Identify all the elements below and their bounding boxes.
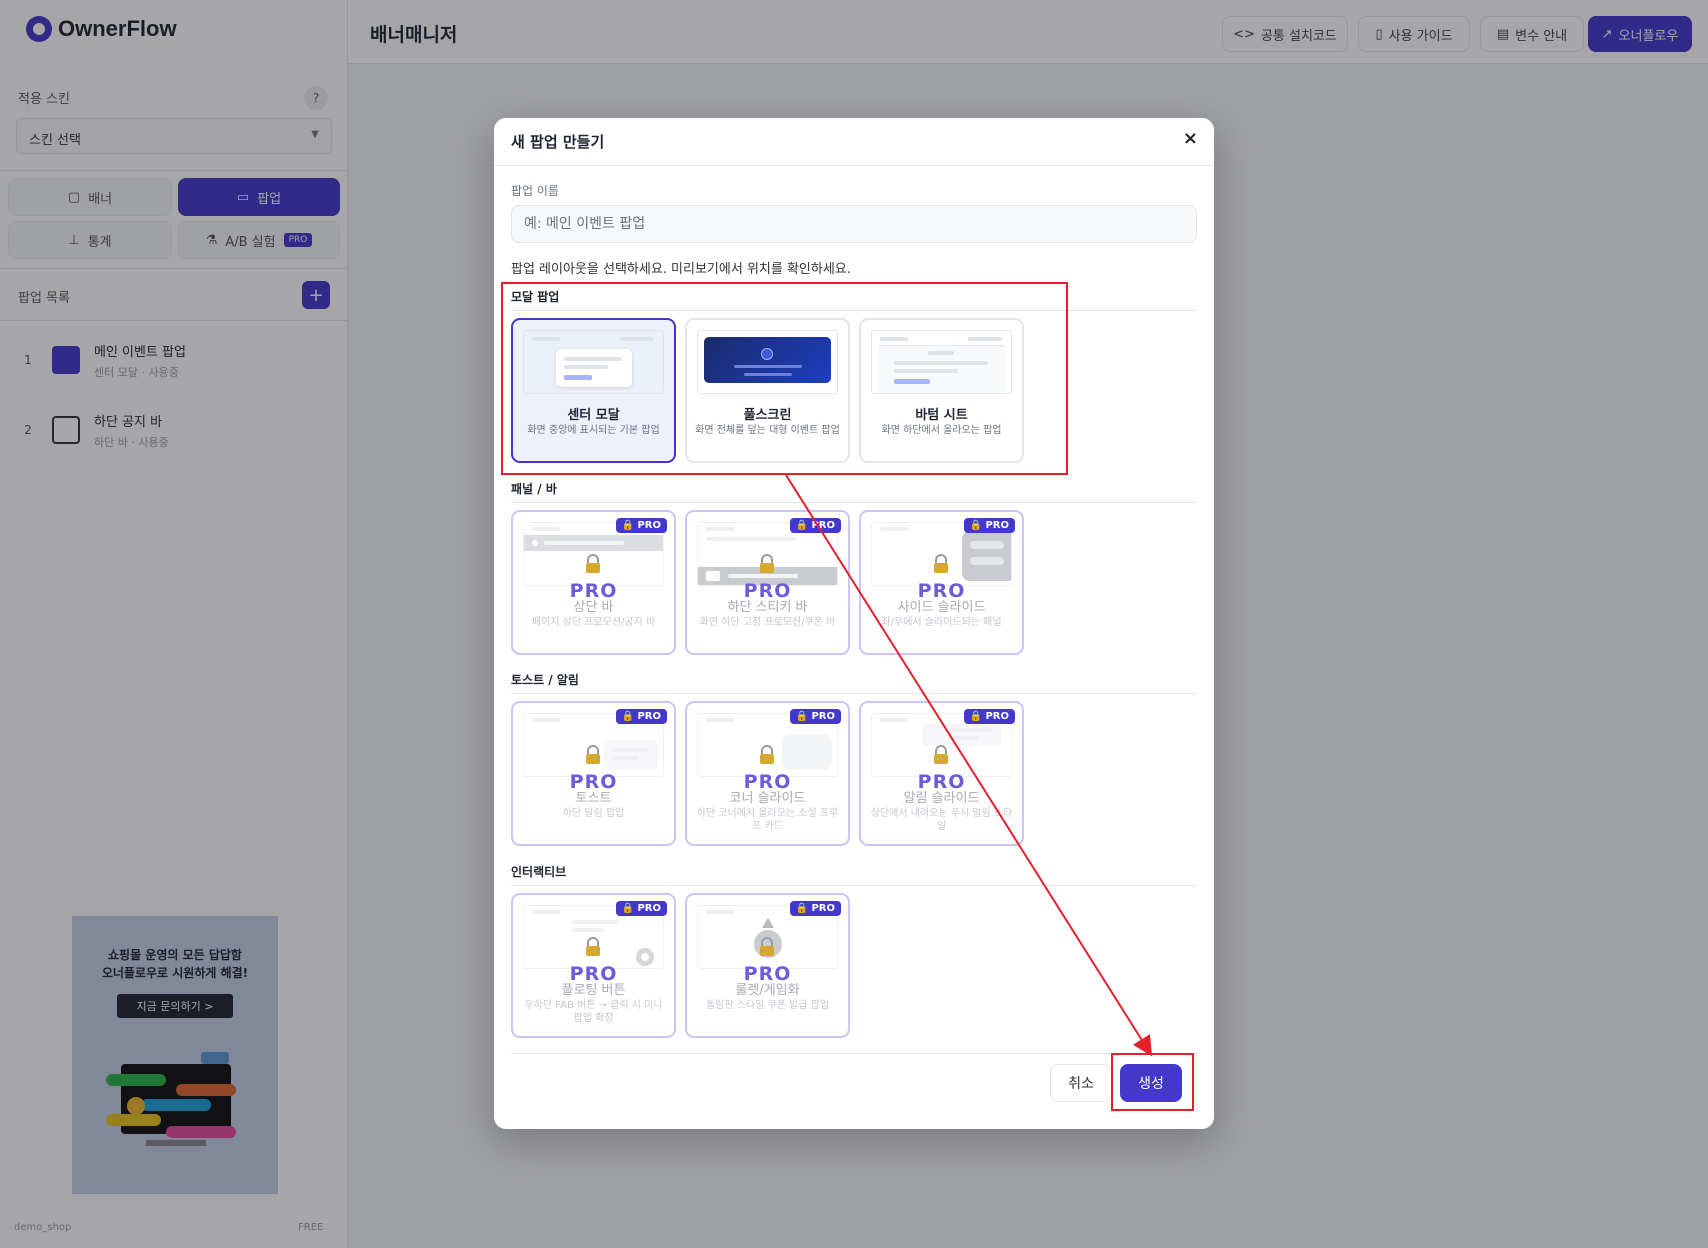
pro-badge-label: PRO bbox=[811, 520, 835, 531]
section-title-panel: 패널 / 바 bbox=[511, 482, 557, 496]
section-title-toast: 토스트 / 알림 bbox=[511, 673, 579, 687]
pro-badge: 🔒 PRO bbox=[963, 709, 1015, 724]
pro-badge: 🔒 PRO bbox=[789, 709, 841, 724]
card-desc: 돌림판 스타일 쿠폰 발급 팝업 bbox=[705, 1000, 830, 1011]
section-divider bbox=[511, 502, 1197, 503]
highlight-box-modal-section bbox=[501, 282, 1068, 475]
lock-icon bbox=[586, 937, 600, 956]
pro-overlay-label: PRO bbox=[569, 963, 618, 985]
section-divider bbox=[511, 693, 1197, 694]
pro-overlay-label: PRO bbox=[743, 580, 792, 602]
pro-badge-label: PRO bbox=[985, 520, 1009, 531]
layout-card-floating-button[interactable]: 플로팅 버튼 우하단 FAB 버튼 → 클릭 시 미니 팝업 확장 PRO 🔒 … bbox=[511, 893, 676, 1038]
layout-card-top-bar[interactable]: 상단 바 페이지 상단 프로모션/공지 바 PRO 🔒 PRO bbox=[511, 510, 676, 655]
layout-card-roulette[interactable]: 룰렛/게임화 돌림판 스타일 쿠폰 발급 팝업 PRO 🔒 PRO bbox=[685, 893, 850, 1038]
layout-card-side-slide[interactable]: 사이드 슬라이드 좌/우에서 슬라이드되는 패널 PRO 🔒 PRO bbox=[859, 510, 1024, 655]
pro-badge: 🔒 PRO bbox=[789, 901, 841, 916]
layout-card-toast[interactable]: 토스트 하단 알림 팝업 PRO 🔒 PRO bbox=[511, 701, 676, 846]
pro-badge: 🔒 PRO bbox=[615, 901, 667, 916]
section-title-interactive: 인터랙티브 bbox=[511, 865, 567, 879]
card-desc: 하단 알림 팝업 bbox=[562, 808, 625, 819]
pro-overlay-label: PRO bbox=[917, 580, 966, 602]
lock-icon bbox=[586, 554, 600, 573]
pro-badge: 🔒 PRO bbox=[963, 518, 1015, 533]
lock-icon bbox=[934, 745, 948, 764]
new-popup-modal: 새 팝업 만들기 × 팝업 이름 팝업 레이아웃을 선택하세요. 미리보기에서 … bbox=[494, 118, 1214, 1129]
modal-header: 새 팝업 만들기 × bbox=[494, 118, 1214, 166]
modal-footer-divider bbox=[511, 1053, 1197, 1054]
pro-overlay-label: PRO bbox=[917, 771, 966, 793]
card-desc: 좌/우에서 슬라이드되는 패널 bbox=[881, 617, 1002, 628]
cancel-button[interactable]: 취소 bbox=[1050, 1064, 1112, 1102]
pro-badge-label: PRO bbox=[637, 520, 661, 531]
pro-badge: 🔒 PRO bbox=[789, 518, 841, 533]
pro-overlay-label: PRO bbox=[743, 963, 792, 985]
pro-badge: 🔒 PRO bbox=[615, 518, 667, 533]
layout-card-sticky-bar[interactable]: 하단 스티키 바 화면 하단 고정 프로모션/쿠폰 바 PRO 🔒 PRO bbox=[685, 510, 850, 655]
layout-card-corner-slide[interactable]: 코너 슬라이드 하단 코너에서 올라오는 소셜 프루프 카드 PRO 🔒 PRO bbox=[685, 701, 850, 846]
pro-badge: 🔒 PRO bbox=[615, 709, 667, 724]
layout-instruction: 팝업 레이아웃을 선택하세요. 미리보기에서 위치를 확인하세요. bbox=[511, 262, 851, 277]
card-desc: 하단 코너에서 올라오는 소셜 프루프 카드 bbox=[696, 808, 839, 832]
layout-card-notification-slide[interactable]: 알림 슬라이드 상단에서 내려오는 푸시 알림 스타일 PRO 🔒 PRO bbox=[859, 701, 1024, 846]
lock-icon bbox=[760, 745, 774, 764]
pro-badge-label: PRO bbox=[985, 711, 1009, 722]
highlight-box-create-button bbox=[1111, 1053, 1194, 1111]
pro-badge-label: PRO bbox=[637, 711, 661, 722]
lock-icon bbox=[760, 554, 774, 573]
pro-overlay-label: PRO bbox=[743, 771, 792, 793]
close-icon[interactable]: × bbox=[1183, 128, 1198, 149]
card-desc: 상단에서 내려오는 푸시 알림 스타일 bbox=[870, 808, 1013, 832]
section-divider bbox=[511, 885, 1197, 886]
modal-title: 새 팝업 만들기 bbox=[511, 133, 605, 151]
lock-icon bbox=[760, 937, 774, 956]
pro-badge-label: PRO bbox=[811, 903, 835, 914]
popup-name-label: 팝업 이름 bbox=[511, 184, 559, 198]
card-desc: 우하단 FAB 버튼 → 클릭 시 미니 팝업 확장 bbox=[524, 1000, 663, 1024]
popup-name-input[interactable] bbox=[511, 205, 1197, 243]
lock-icon bbox=[586, 745, 600, 764]
card-desc: 페이지 상단 프로모션/공지 바 bbox=[531, 617, 656, 628]
pro-badge-label: PRO bbox=[811, 711, 835, 722]
card-desc: 화면 하단 고정 프로모션/쿠폰 바 bbox=[699, 617, 836, 628]
pro-overlay-label: PRO bbox=[569, 580, 618, 602]
pro-overlay-label: PRO bbox=[569, 771, 618, 793]
lock-icon bbox=[934, 554, 948, 573]
pro-badge-label: PRO bbox=[637, 903, 661, 914]
